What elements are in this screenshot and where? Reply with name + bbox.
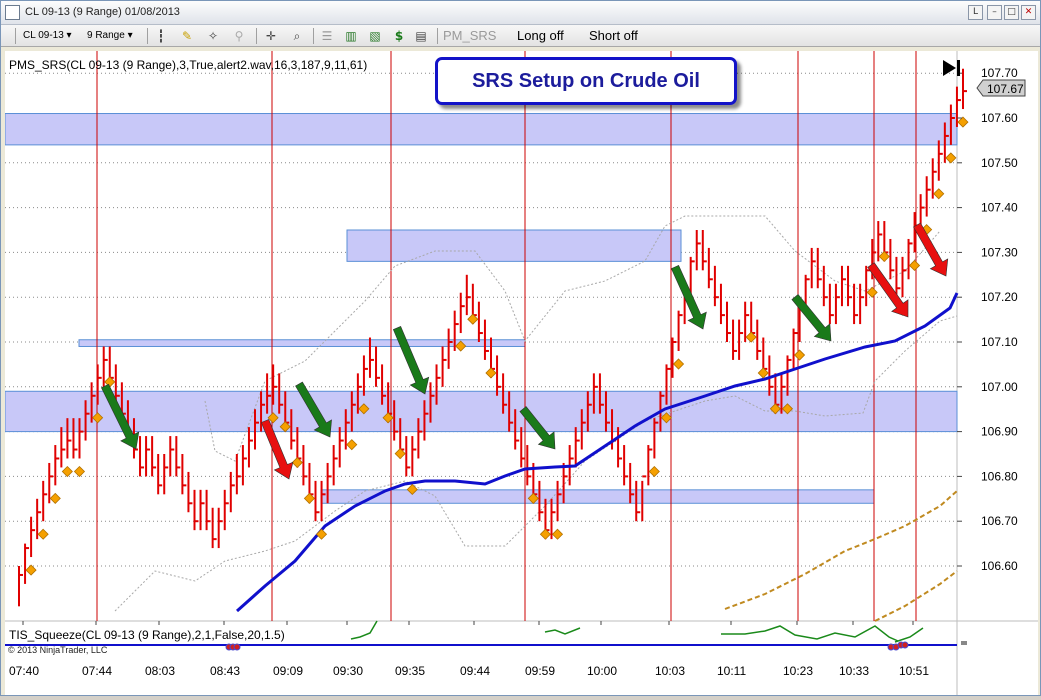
setup-callout: SRS Setup on Crude Oil bbox=[435, 57, 737, 105]
window-icon bbox=[5, 5, 20, 20]
price-tick-label: 106.80 bbox=[981, 469, 1018, 483]
copyright-label: © 2013 NinjaTrader, LLC bbox=[8, 645, 108, 655]
time-tick-label: 10:00 bbox=[587, 664, 617, 678]
time-tick-label: 10:33 bbox=[839, 664, 869, 678]
time-tick-label: 10:11 bbox=[717, 664, 746, 678]
price-tick-label: 106.60 bbox=[981, 559, 1018, 573]
time-tick-label: 10:23 bbox=[783, 664, 813, 678]
chart-style-icon[interactable]: ▧ bbox=[367, 28, 383, 44]
squeeze-label: TIS_Squeeze(CL 09-13 (9 Range),2,1,False… bbox=[9, 628, 285, 642]
squeeze-dot bbox=[233, 643, 241, 651]
minimize-button[interactable]: – bbox=[987, 5, 1002, 20]
time-tick-label: 09:35 bbox=[395, 664, 425, 678]
price-tick-label: 107.10 bbox=[981, 335, 1018, 349]
sr-zone bbox=[320, 489, 875, 504]
candles-icon[interactable]: ▥ bbox=[343, 28, 359, 44]
window-title: CL 09-13 (9 Range) 01/08/2013 bbox=[25, 6, 180, 18]
time-tick-label: 08:03 bbox=[145, 664, 175, 678]
crosshair-icon[interactable]: ✛ bbox=[263, 28, 279, 44]
indicator-label: PMS_SRS(CL 09-13 (9 Range),3,True,alert2… bbox=[9, 58, 367, 72]
time-tick-label: 09:09 bbox=[273, 664, 303, 678]
price-tick-label: 106.90 bbox=[981, 425, 1018, 439]
close-button[interactable]: ✕ bbox=[1021, 5, 1036, 20]
pin-icon[interactable]: ⚲ bbox=[231, 28, 247, 44]
price-tick-label: 107.50 bbox=[981, 156, 1018, 170]
pencil-icon[interactable]: ✎ bbox=[179, 28, 195, 44]
chart-window: CL 09-13 (9 Range) 01/08/2013 L – □ ✕ CL… bbox=[0, 0, 1041, 696]
time-tick-label: 09:30 bbox=[333, 664, 363, 678]
time-tick-label: 09:59 bbox=[525, 664, 555, 678]
period-selector[interactable]: 9 Range ▾ bbox=[87, 28, 133, 44]
price-tick-label: 106.70 bbox=[981, 514, 1018, 528]
bar-style-icon[interactable]: ┇ bbox=[153, 28, 169, 44]
sr-zone bbox=[4, 113, 958, 146]
price-tick-label: 107.60 bbox=[981, 111, 1018, 125]
price-tick-label: 107.30 bbox=[981, 245, 1018, 259]
zoom-icon[interactable]: ⌕ bbox=[289, 28, 305, 44]
chart-toolbar: CL 09-13 ▾ 9 Range ▾ ┇ ✎ ✧ ⚲ ✛ ⌕ ☰ ▥ ▧ $… bbox=[1, 25, 1040, 47]
instrument-selector[interactable]: CL 09-13 ▾ bbox=[23, 28, 72, 44]
time-tick-label: 10:51 bbox=[899, 664, 929, 678]
title-bar: CL 09-13 (9 Range) 01/08/2013 L – □ ✕ bbox=[1, 1, 1040, 25]
time-tick-label: 07:44 bbox=[82, 664, 112, 678]
properties-icon[interactable]: ▤ bbox=[413, 28, 429, 44]
data-box-icon[interactable]: ☰ bbox=[319, 28, 335, 44]
price-tick-label: 107.20 bbox=[981, 290, 1018, 304]
current-price-marker: 107.67 bbox=[976, 79, 1026, 97]
time-tick-label: 07:40 bbox=[9, 664, 39, 678]
price-tick-label: 107.70 bbox=[981, 66, 1018, 80]
pms-srs-button[interactable]: PM_SRS bbox=[443, 28, 496, 44]
time-tick-label: 10:03 bbox=[655, 664, 685, 678]
callout-text: SRS Setup on Crude Oil bbox=[472, 70, 700, 92]
chart-area[interactable]: 107.70 107.60 107.50 107.40 107.30 107.20 107.… bbox=[4, 51, 1038, 695]
short-off-button[interactable]: Short off bbox=[589, 28, 638, 44]
price-tick-label: 107.40 bbox=[981, 201, 1018, 215]
price-tick-label: 107.00 bbox=[981, 380, 1018, 394]
dollar-icon[interactable]: $ bbox=[391, 28, 407, 44]
magic-wand-icon[interactable]: ✧ bbox=[205, 28, 221, 44]
current-price-label: 107.67 bbox=[987, 82, 1024, 96]
time-tick-label: 09:44 bbox=[460, 664, 490, 678]
long-off-button[interactable]: Long off bbox=[517, 28, 564, 44]
sr-zone bbox=[4, 390, 958, 433]
squeeze-marker bbox=[961, 641, 967, 645]
lock-button[interactable]: L bbox=[968, 5, 983, 20]
squeeze-dot bbox=[901, 641, 909, 649]
sr-zone bbox=[346, 229, 682, 262]
maximize-button[interactable]: □ bbox=[1004, 5, 1019, 20]
chart-canvas[interactable]: 107.70 107.60 107.50 107.40 107.30 107.20 107.… bbox=[4, 51, 1038, 695]
time-tick-label: 08:43 bbox=[210, 664, 240, 678]
